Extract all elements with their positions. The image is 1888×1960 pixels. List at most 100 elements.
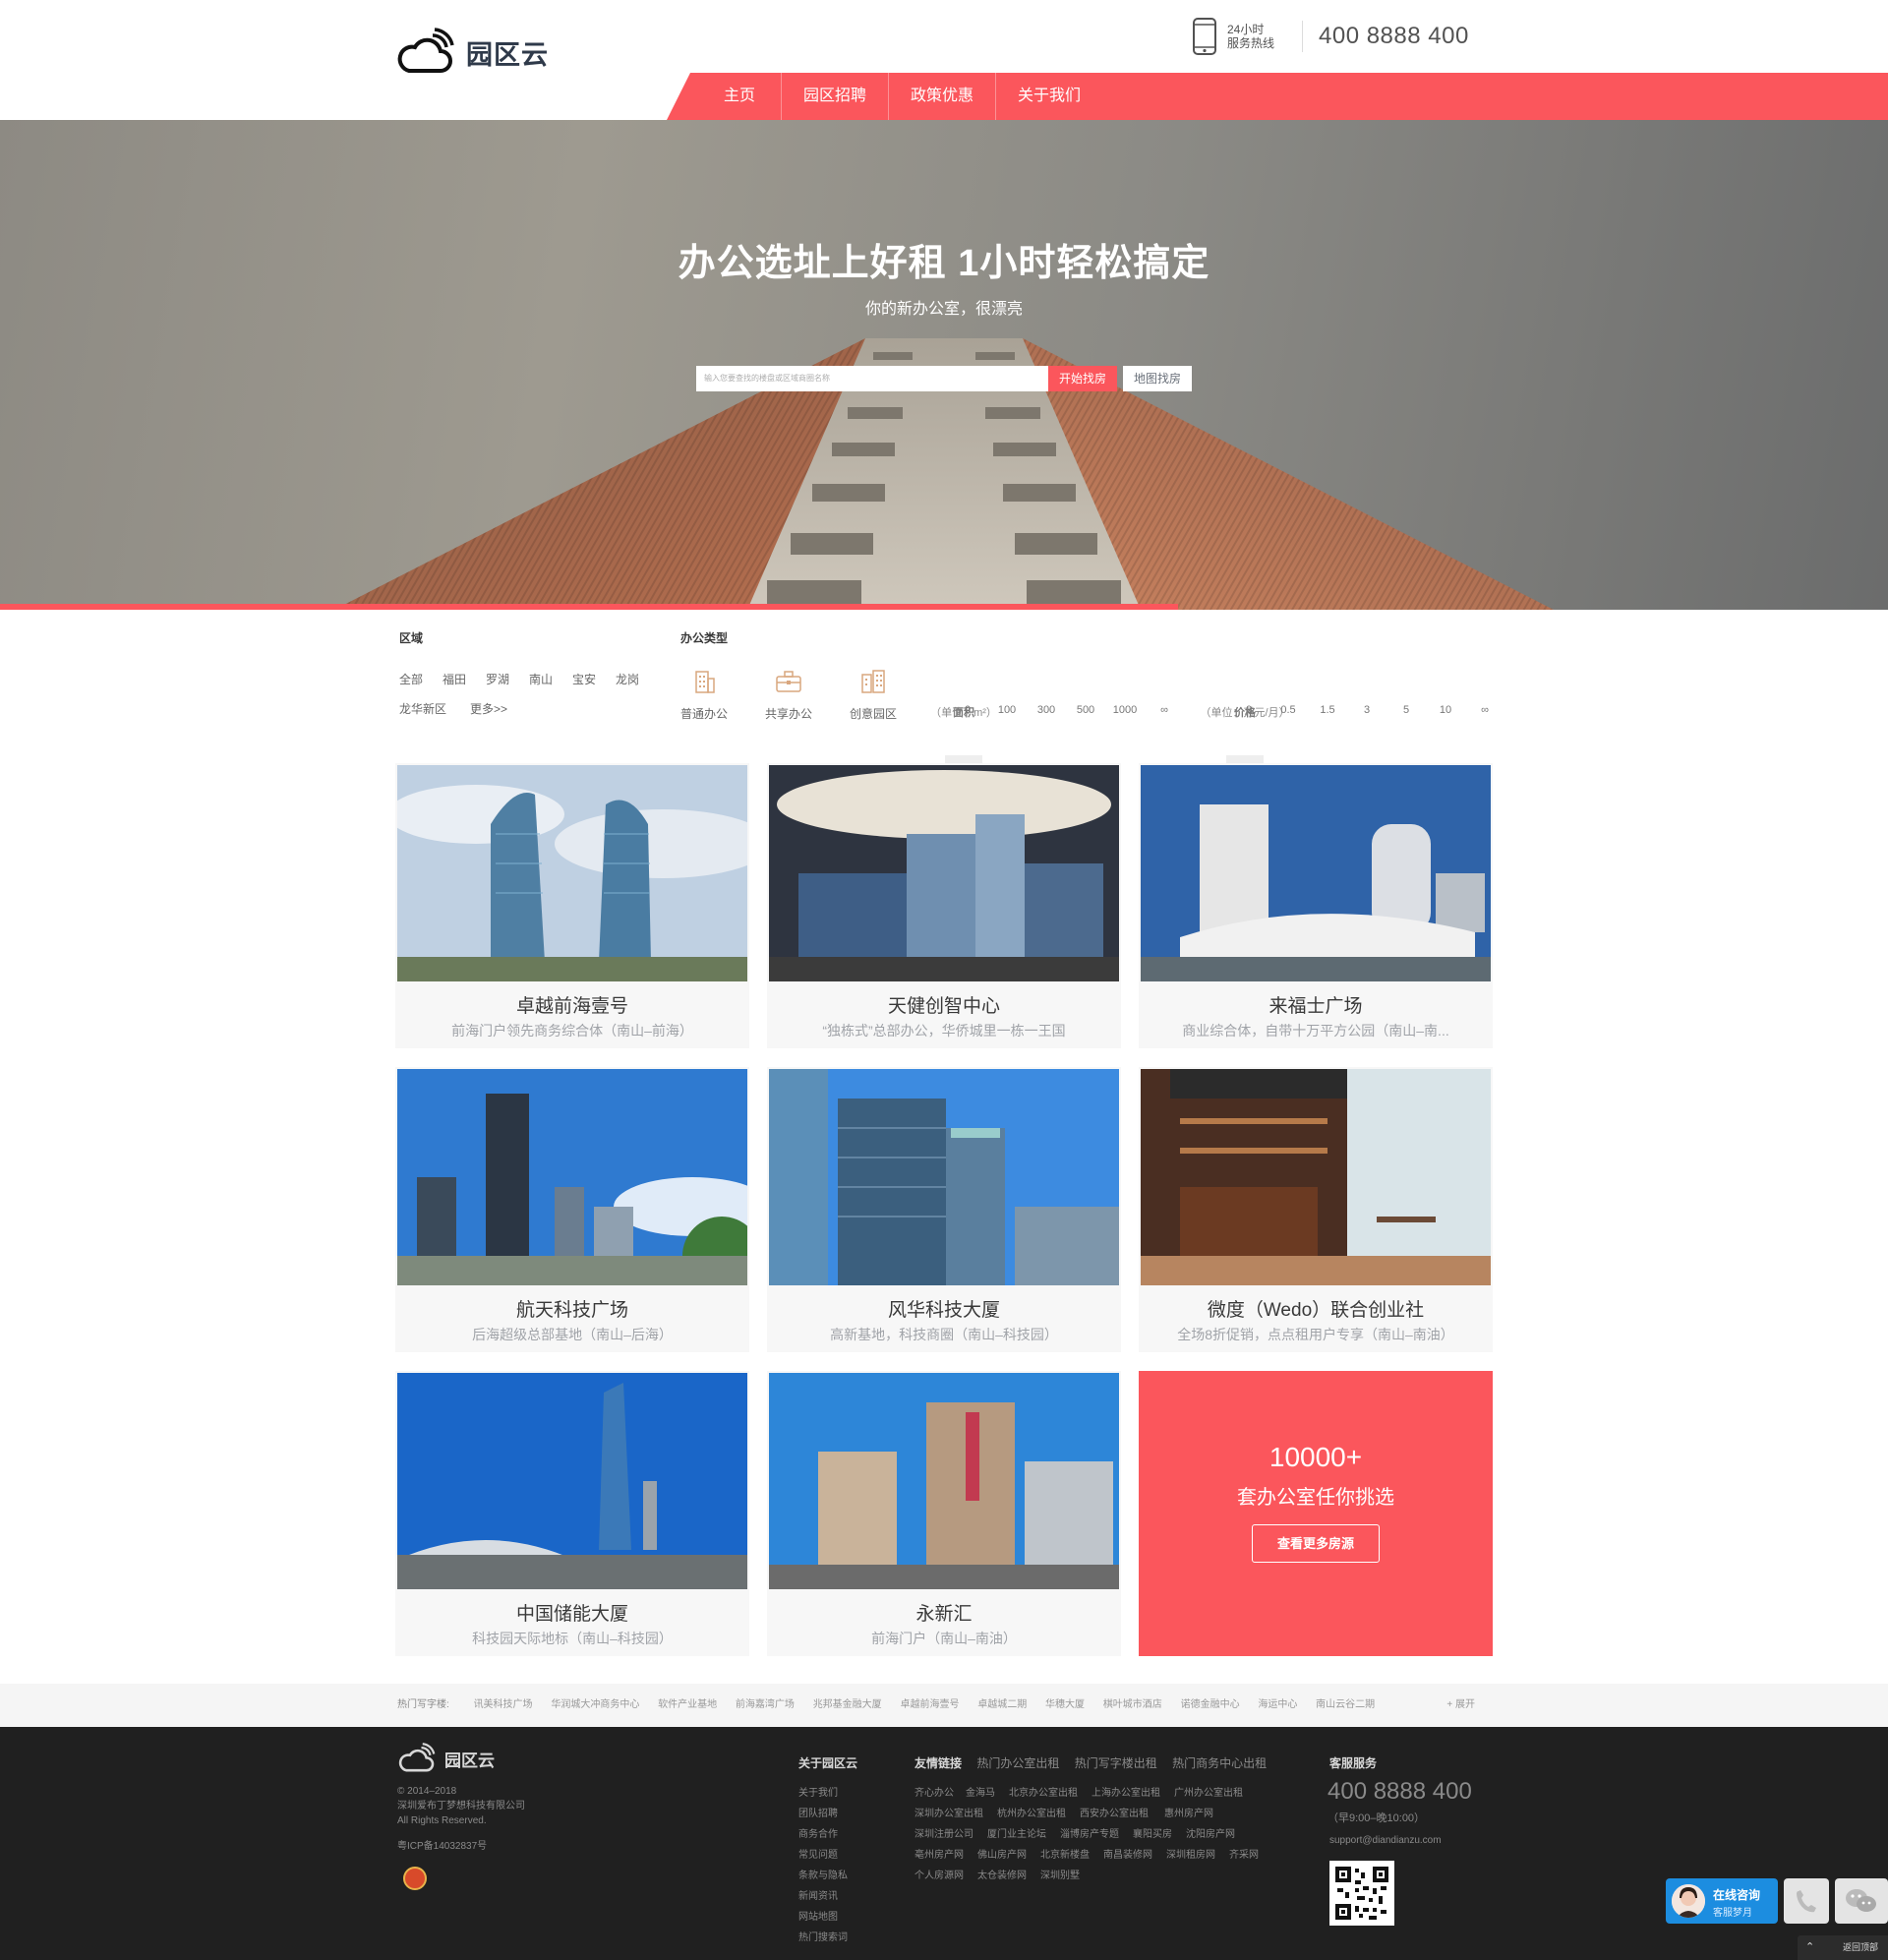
view-more-button[interactable]: 查看更多房源 bbox=[1252, 1524, 1380, 1563]
friend-link[interactable]: 深圳办公室出租 bbox=[914, 1805, 983, 1819]
footer-link[interactable]: 热门搜索词 bbox=[798, 1929, 848, 1943]
friend-link[interactable]: 亳州房产网 bbox=[914, 1846, 964, 1861]
friend-link[interactable]: 广州办公室出租 bbox=[1174, 1784, 1243, 1799]
police-badge-icon[interactable] bbox=[403, 1867, 427, 1890]
friend-link[interactable]: 深圳租房网 bbox=[1166, 1846, 1215, 1861]
friend-link[interactable]: 沈阳房产网 bbox=[1186, 1825, 1235, 1840]
nav-policy[interactable]: 政策优惠 bbox=[889, 73, 995, 120]
nav-home[interactable]: 主页 bbox=[698, 73, 781, 120]
listing-card[interactable]: 风华科技大厦 高新基地，科技商圈（南山–科技园） bbox=[767, 1067, 1121, 1352]
footer-hotline[interactable]: 400 8888 400 bbox=[1328, 1778, 1472, 1806]
friend-link[interactable]: 齐心办公 bbox=[914, 1784, 954, 1799]
friend-link[interactable]: 西安办公室出租 bbox=[1080, 1805, 1149, 1819]
agent-avatar bbox=[1672, 1884, 1705, 1918]
friend-link[interactable]: 上海办公室出租 bbox=[1092, 1784, 1160, 1799]
friend-link[interactable]: 佛山房产网 bbox=[977, 1846, 1027, 1861]
friend-link[interactable]: 厦门业主论坛 bbox=[987, 1825, 1046, 1840]
search-input[interactable]: 输入您要查找的楼盘或区域商圈名称 bbox=[696, 366, 1048, 391]
hot-building-link[interactable]: 软件产业基地 bbox=[658, 1699, 717, 1710]
footer-link[interactable]: 网站地图 bbox=[798, 1908, 838, 1923]
hotline-number[interactable]: 400 8888 400 bbox=[1319, 23, 1469, 50]
listing-card[interactable]: 卓越前海壹号 前海门户领先商务综合体（南山–前海） bbox=[395, 763, 749, 1048]
hot-building-link[interactable]: 卓越前海壹号 bbox=[900, 1699, 959, 1710]
hot-building-link[interactable]: 讯美科技广场 bbox=[474, 1699, 533, 1710]
type-regular-office[interactable]: 普通办公 bbox=[675, 669, 734, 722]
hot-building-link[interactable]: 兆邦基金融大厦 bbox=[813, 1699, 882, 1710]
region-luohu[interactable]: 罗湖 bbox=[486, 671, 509, 687]
footer-link[interactable]: 关于我们 bbox=[798, 1784, 838, 1799]
footer-link[interactable]: 常见问题 bbox=[798, 1846, 838, 1861]
friend-link[interactable]: 个人房源网 bbox=[914, 1867, 964, 1881]
listing-title: 永新汇 bbox=[915, 1604, 973, 1625]
site-logo[interactable]: 园区云 bbox=[395, 28, 549, 77]
wechat-contact-button[interactable] bbox=[1835, 1878, 1888, 1924]
listing-desc: 科技园天际地标（南山–科技园） bbox=[472, 1631, 673, 1646]
listing-title: 卓越前海壹号 bbox=[515, 996, 628, 1017]
listing-desc: “独栋式”总部办公，华侨城里一栋一王国 bbox=[822, 1023, 1066, 1039]
region-longgang[interactable]: 龙岗 bbox=[616, 671, 639, 687]
online-consult-button[interactable]: 在线咨询 客服梦月 bbox=[1666, 1878, 1778, 1924]
nav-about[interactable]: 关于我们 bbox=[996, 73, 1102, 120]
hot-building-link[interactable]: 南山云谷二期 bbox=[1316, 1699, 1375, 1710]
hot-building-link[interactable]: 棋叶城市酒店 bbox=[1103, 1699, 1162, 1710]
region-more-link[interactable]: 更多>> bbox=[470, 700, 507, 717]
type-shared-office[interactable]: 共享办公 bbox=[759, 669, 818, 722]
consult-agent: 客服梦月 bbox=[1713, 1908, 1752, 1919]
footer-email[interactable]: support@diandianzu.com bbox=[1329, 1835, 1442, 1846]
friend-links-tab[interactable]: 热门商务中心出租 bbox=[1172, 1756, 1267, 1770]
listing-card[interactable]: 中国储能大厦 科技园天际地标（南山–科技园） bbox=[395, 1371, 749, 1656]
listing-card[interactable]: 天健创智中心 “独栋式”总部办公，华侨城里一栋一王国 bbox=[767, 763, 1121, 1048]
region-filter: 区域 全部 福田 罗湖 南山 宝安 龙岗 龙华新区 更多>> bbox=[399, 629, 655, 728]
friend-link[interactable]: 襄阳买房 bbox=[1133, 1825, 1172, 1840]
hot-building-link[interactable]: 前海嘉湾广场 bbox=[736, 1699, 795, 1710]
footer-logo[interactable]: 园区云 bbox=[397, 1743, 495, 1774]
friend-link[interactable]: 北京办公室出租 bbox=[1009, 1784, 1078, 1799]
footer-link[interactable]: 商务合作 bbox=[798, 1825, 838, 1840]
type-creative-park[interactable]: 创意园区 bbox=[844, 669, 903, 722]
listing-card[interactable]: 永新汇 前海门户（南山–南油） bbox=[767, 1371, 1121, 1656]
friend-link[interactable]: 南昌装修网 bbox=[1103, 1846, 1152, 1861]
friend-link[interactable]: 齐采网 bbox=[1229, 1846, 1259, 1861]
friend-link[interactable]: 太仓装修网 bbox=[977, 1867, 1027, 1881]
friend-link[interactable]: 北京新楼盘 bbox=[1040, 1846, 1090, 1861]
friend-link[interactable]: 金海马 bbox=[966, 1784, 995, 1799]
region-all[interactable]: 全部 bbox=[399, 671, 423, 687]
footer-link[interactable]: 团队招聘 bbox=[798, 1805, 838, 1819]
friend-link[interactable]: 杭州办公室出租 bbox=[997, 1805, 1066, 1819]
footer-link[interactable]: 条款与隐私 bbox=[798, 1867, 848, 1881]
listing-card[interactable]: 微度（Wedo）联合创业社 全场8折促销，点点租用户专享（南山–南油） bbox=[1139, 1067, 1493, 1352]
hot-building-link[interactable]: 华润城大冲商务中心 bbox=[551, 1699, 639, 1710]
listing-card[interactable]: 航天科技广场 后海超级总部基地（南山–后海） bbox=[395, 1067, 749, 1352]
friend-link[interactable]: 惠州房产网 bbox=[1164, 1805, 1213, 1819]
region-longhua[interactable]: 龙华新区 bbox=[399, 700, 446, 717]
listing-title: 天健创智中心 bbox=[887, 996, 1000, 1017]
friend-link[interactable]: 深圳注册公司 bbox=[914, 1825, 974, 1840]
hot-building-link[interactable]: 诺德金融中心 bbox=[1181, 1699, 1240, 1710]
footer-service-title: 客服服务 bbox=[1329, 1756, 1378, 1770]
hot-building-link[interactable]: 华穗大厦 bbox=[1045, 1699, 1085, 1710]
listing-title: 风华科技大厦 bbox=[887, 1300, 1000, 1321]
main-nav: 主页 园区招聘 政策优惠 关于我们 bbox=[667, 73, 1888, 120]
region-futian[interactable]: 福田 bbox=[442, 671, 466, 687]
hotline-line1: 24小时 bbox=[1227, 23, 1265, 36]
friend-links-tab[interactable]: 热门办公室出租 bbox=[976, 1756, 1059, 1770]
listing-card[interactable]: 来福士广场 商业综合体，自带十万平方公园（南山–南... bbox=[1139, 763, 1493, 1048]
friend-link[interactable]: 淄博房产专题 bbox=[1060, 1825, 1119, 1840]
map-search-button[interactable]: 地图找房 bbox=[1123, 366, 1192, 391]
phone-contact-button[interactable] bbox=[1784, 1878, 1829, 1924]
friend-links-tab[interactable]: 热门写字楼出租 bbox=[1075, 1756, 1157, 1770]
wechat-icon bbox=[1846, 1889, 1876, 1912]
hot-building-link[interactable]: 海运中心 bbox=[1258, 1699, 1297, 1710]
expand-button[interactable]: + 展开 bbox=[1446, 1684, 1475, 1727]
icp-number[interactable]: 粤ICP备14032837号 bbox=[397, 1837, 487, 1852]
region-baoan[interactable]: 宝安 bbox=[572, 671, 596, 687]
region-nanshan[interactable]: 南山 bbox=[529, 671, 553, 687]
hot-building-link[interactable]: 卓越城二期 bbox=[977, 1699, 1027, 1710]
type-creative-label: 创意园区 bbox=[849, 707, 897, 721]
search-button[interactable]: 开始找房 bbox=[1048, 366, 1117, 391]
footer-link[interactable]: 新闻资讯 bbox=[798, 1887, 838, 1902]
listing-desc: 前海门户领先商务综合体（南山–前海） bbox=[451, 1023, 693, 1039]
friend-link[interactable]: 深圳别墅 bbox=[1040, 1867, 1080, 1881]
back-to-top-button[interactable]: ⌃ 返回顶部 bbox=[1798, 1935, 1888, 1960]
nav-park-recruit[interactable]: 园区招聘 bbox=[782, 73, 888, 120]
